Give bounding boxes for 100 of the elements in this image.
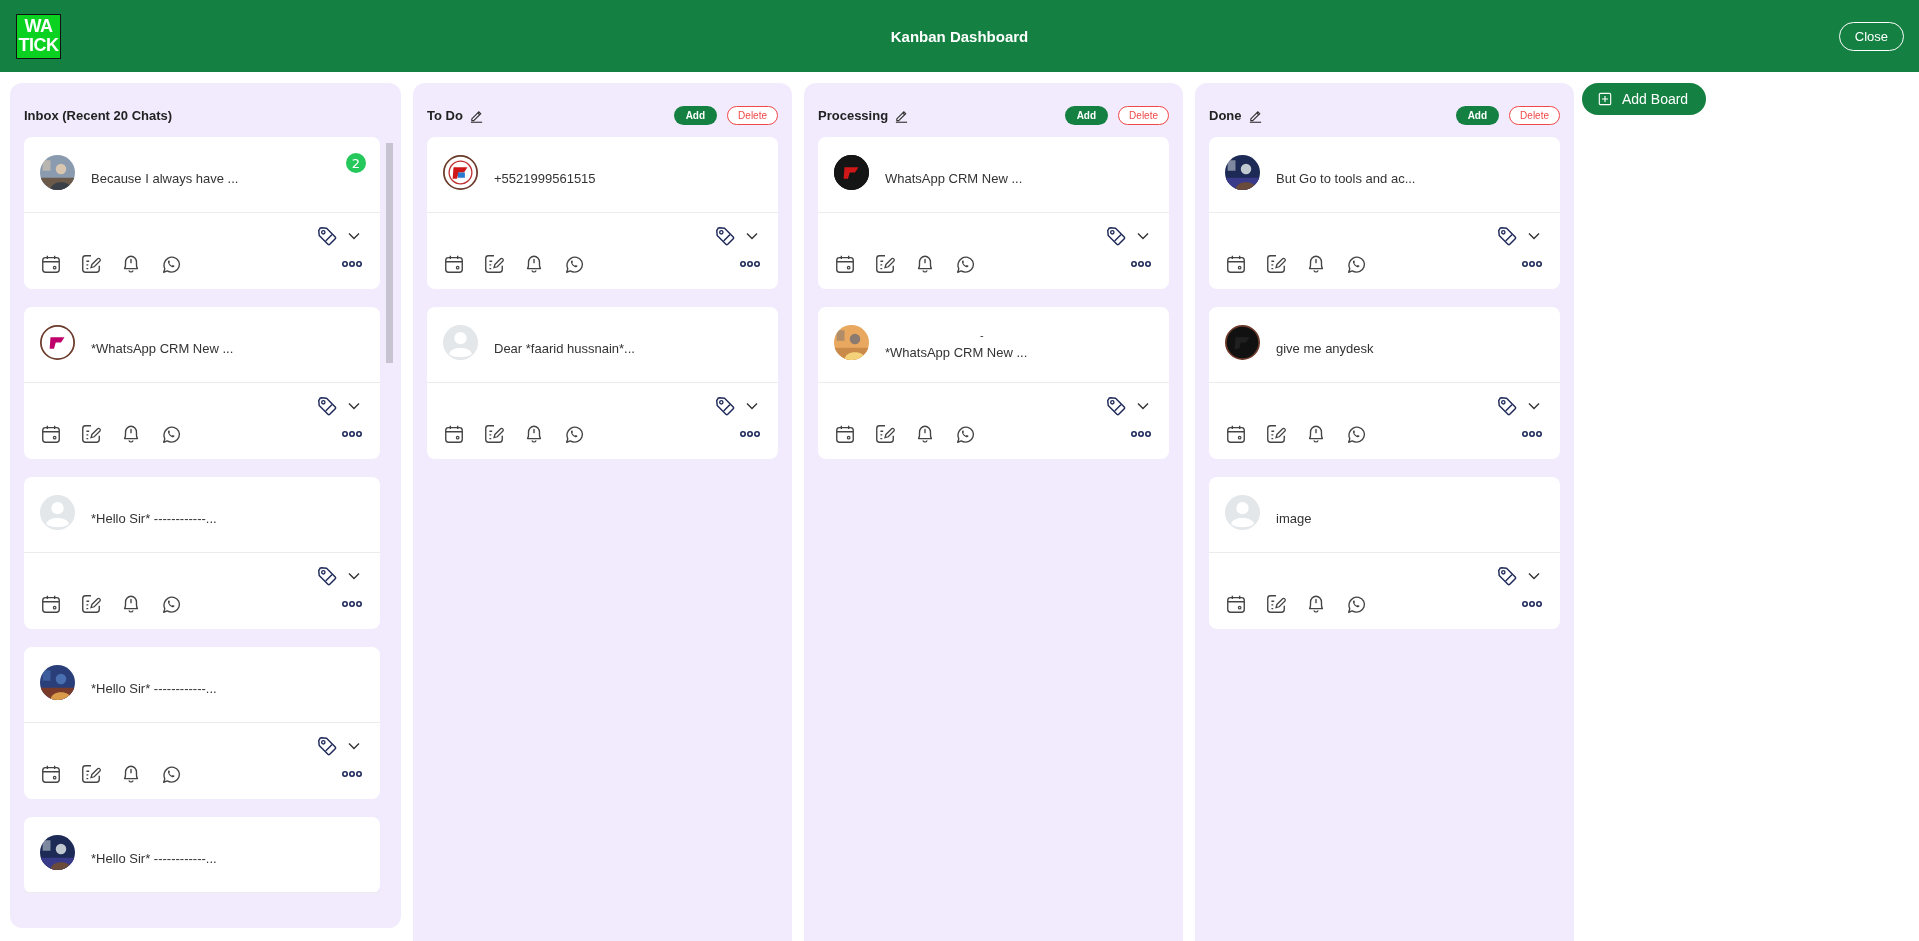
column-title: Inbox (Recent 20 Chats)	[24, 107, 173, 123]
more-options-icon[interactable]	[740, 260, 760, 268]
whatsapp-icon[interactable]	[954, 253, 976, 275]
more-options-icon[interactable]	[1131, 430, 1151, 438]
message-preview: *Hello Sir* ------------...	[91, 680, 217, 696]
contact-name: -	[980, 331, 984, 341]
message-preview: *Hello Sir* ------------...	[91, 850, 217, 866]
tag-icon[interactable]	[1496, 565, 1518, 587]
chat-card[interactable]: *WhatsApp CRM New ...	[24, 307, 380, 459]
more-options-icon[interactable]	[1522, 430, 1542, 438]
chat-card[interactable]: give me anydesk	[1209, 307, 1560, 459]
message-preview: image	[1276, 510, 1312, 526]
calendar-icon[interactable]	[834, 253, 856, 275]
note-edit-icon[interactable]	[1265, 593, 1287, 615]
calendar-icon[interactable]	[1225, 593, 1247, 615]
note-edit-icon[interactable]	[1265, 253, 1287, 275]
calendar-icon[interactable]	[40, 423, 62, 445]
avatar-icon	[1225, 325, 1260, 360]
whatsapp-icon[interactable]	[160, 423, 182, 445]
whatsapp-icon[interactable]	[160, 593, 182, 615]
whatsapp-icon[interactable]	[563, 423, 585, 445]
tag-icon[interactable]	[316, 225, 338, 247]
more-options-icon[interactable]	[342, 430, 362, 438]
chat-card[interactable]: *Hello Sir* ------------...	[24, 647, 380, 799]
note-edit-icon[interactable]	[874, 423, 896, 445]
add-button[interactable]: Add	[1455, 105, 1500, 125]
message-preview: +5521999561515	[494, 170, 596, 186]
delete-button[interactable]: Delete	[1118, 105, 1169, 125]
chat-card[interactable]: +5521999561515	[427, 137, 778, 289]
tag-icon[interactable]	[316, 565, 338, 587]
message-preview: Dear *faarid hussnain*...	[494, 340, 635, 356]
calendar-icon[interactable]	[40, 253, 62, 275]
chat-card[interactable]: image	[1209, 477, 1560, 629]
calendar-icon[interactable]	[834, 423, 856, 445]
whatsapp-icon[interactable]	[1345, 253, 1367, 275]
avatar-icon	[443, 325, 478, 360]
note-edit-icon[interactable]	[80, 423, 102, 445]
whatsapp-icon[interactable]	[160, 763, 182, 785]
unread-count: 2	[346, 153, 366, 173]
message-preview: *Hello Sir* ------------...	[91, 510, 217, 526]
column-title: To Do	[427, 107, 463, 123]
calendar-icon[interactable]	[443, 253, 465, 275]
note-edit-icon[interactable]	[1265, 423, 1287, 445]
tag-icon[interactable]	[1105, 395, 1127, 417]
note-edit-icon[interactable]	[874, 253, 896, 275]
plus-icon	[1598, 92, 1612, 106]
calendar-icon[interactable]	[1225, 253, 1247, 275]
column-title: Done	[1209, 107, 1242, 123]
more-options-icon[interactable]	[740, 430, 760, 438]
chat-card[interactable]: *Hello Sir* ------------...	[24, 817, 380, 893]
whatsapp-icon[interactable]	[954, 423, 976, 445]
more-options-icon[interactable]	[342, 770, 362, 778]
calendar-icon[interactable]	[40, 763, 62, 785]
note-edit-icon[interactable]	[80, 763, 102, 785]
whatsapp-icon[interactable]	[1345, 593, 1367, 615]
column-title: Processing	[818, 107, 889, 123]
message-preview: But Go to tools and ac...	[1276, 170, 1416, 186]
chat-card[interactable]: WhatsApp CRM New ...	[818, 137, 1169, 289]
whatsapp-icon[interactable]	[160, 253, 182, 275]
add-button[interactable]: Add	[673, 105, 718, 125]
more-options-icon[interactable]	[1522, 600, 1542, 608]
note-edit-icon[interactable]	[80, 253, 102, 275]
message-preview: *WhatsApp CRM New ...	[885, 344, 1028, 360]
calendar-icon[interactable]	[40, 593, 62, 615]
message-preview: give me anydesk	[1276, 340, 1374, 356]
tag-icon[interactable]	[316, 395, 338, 417]
more-options-icon[interactable]	[1522, 260, 1542, 268]
tag-icon[interactable]	[714, 225, 736, 247]
message-preview: WhatsApp CRM New ...	[885, 170, 1023, 186]
avatar-icon	[443, 155, 478, 190]
tag-icon[interactable]	[1496, 395, 1518, 417]
avatar-icon	[40, 325, 75, 360]
calendar-icon[interactable]	[1225, 423, 1247, 445]
message-preview: *WhatsApp CRM New ...	[91, 340, 234, 356]
avatar-icon	[40, 495, 75, 530]
note-edit-icon[interactable]	[483, 253, 505, 275]
calendar-icon[interactable]	[443, 423, 465, 445]
more-options-icon[interactable]	[1131, 260, 1151, 268]
chat-card[interactable]: *Hello Sir* ------------...	[24, 477, 380, 629]
delete-button[interactable]: Delete	[727, 105, 778, 125]
note-edit-icon[interactable]	[483, 423, 505, 445]
avatar-icon	[1225, 495, 1260, 530]
tag-icon[interactable]	[714, 395, 736, 417]
tag-icon[interactable]	[1105, 225, 1127, 247]
tag-icon[interactable]	[1496, 225, 1518, 247]
chat-card[interactable]: Dear *faarid hussnain*...	[427, 307, 778, 459]
more-options-icon[interactable]	[342, 260, 362, 268]
whatsapp-icon[interactable]	[563, 253, 585, 275]
add-button[interactable]: Add	[1064, 105, 1109, 125]
chat-card[interactable]: But Go to tools and ac...	[1209, 137, 1560, 289]
chat-card[interactable]: Because I always have ... 2	[24, 137, 380, 289]
whatsapp-icon[interactable]	[1345, 423, 1367, 445]
logo: WA TICK	[16, 13, 61, 59]
note-edit-icon[interactable]	[80, 593, 102, 615]
more-options-icon[interactable]	[342, 600, 362, 608]
tag-icon[interactable]	[316, 735, 338, 757]
chat-card[interactable]: - *WhatsApp CRM New ...	[818, 307, 1169, 459]
add-board-button[interactable]: Add Board	[1582, 83, 1707, 115]
message-preview: Because I always have ...	[91, 170, 239, 186]
delete-button[interactable]: Delete	[1509, 105, 1560, 125]
